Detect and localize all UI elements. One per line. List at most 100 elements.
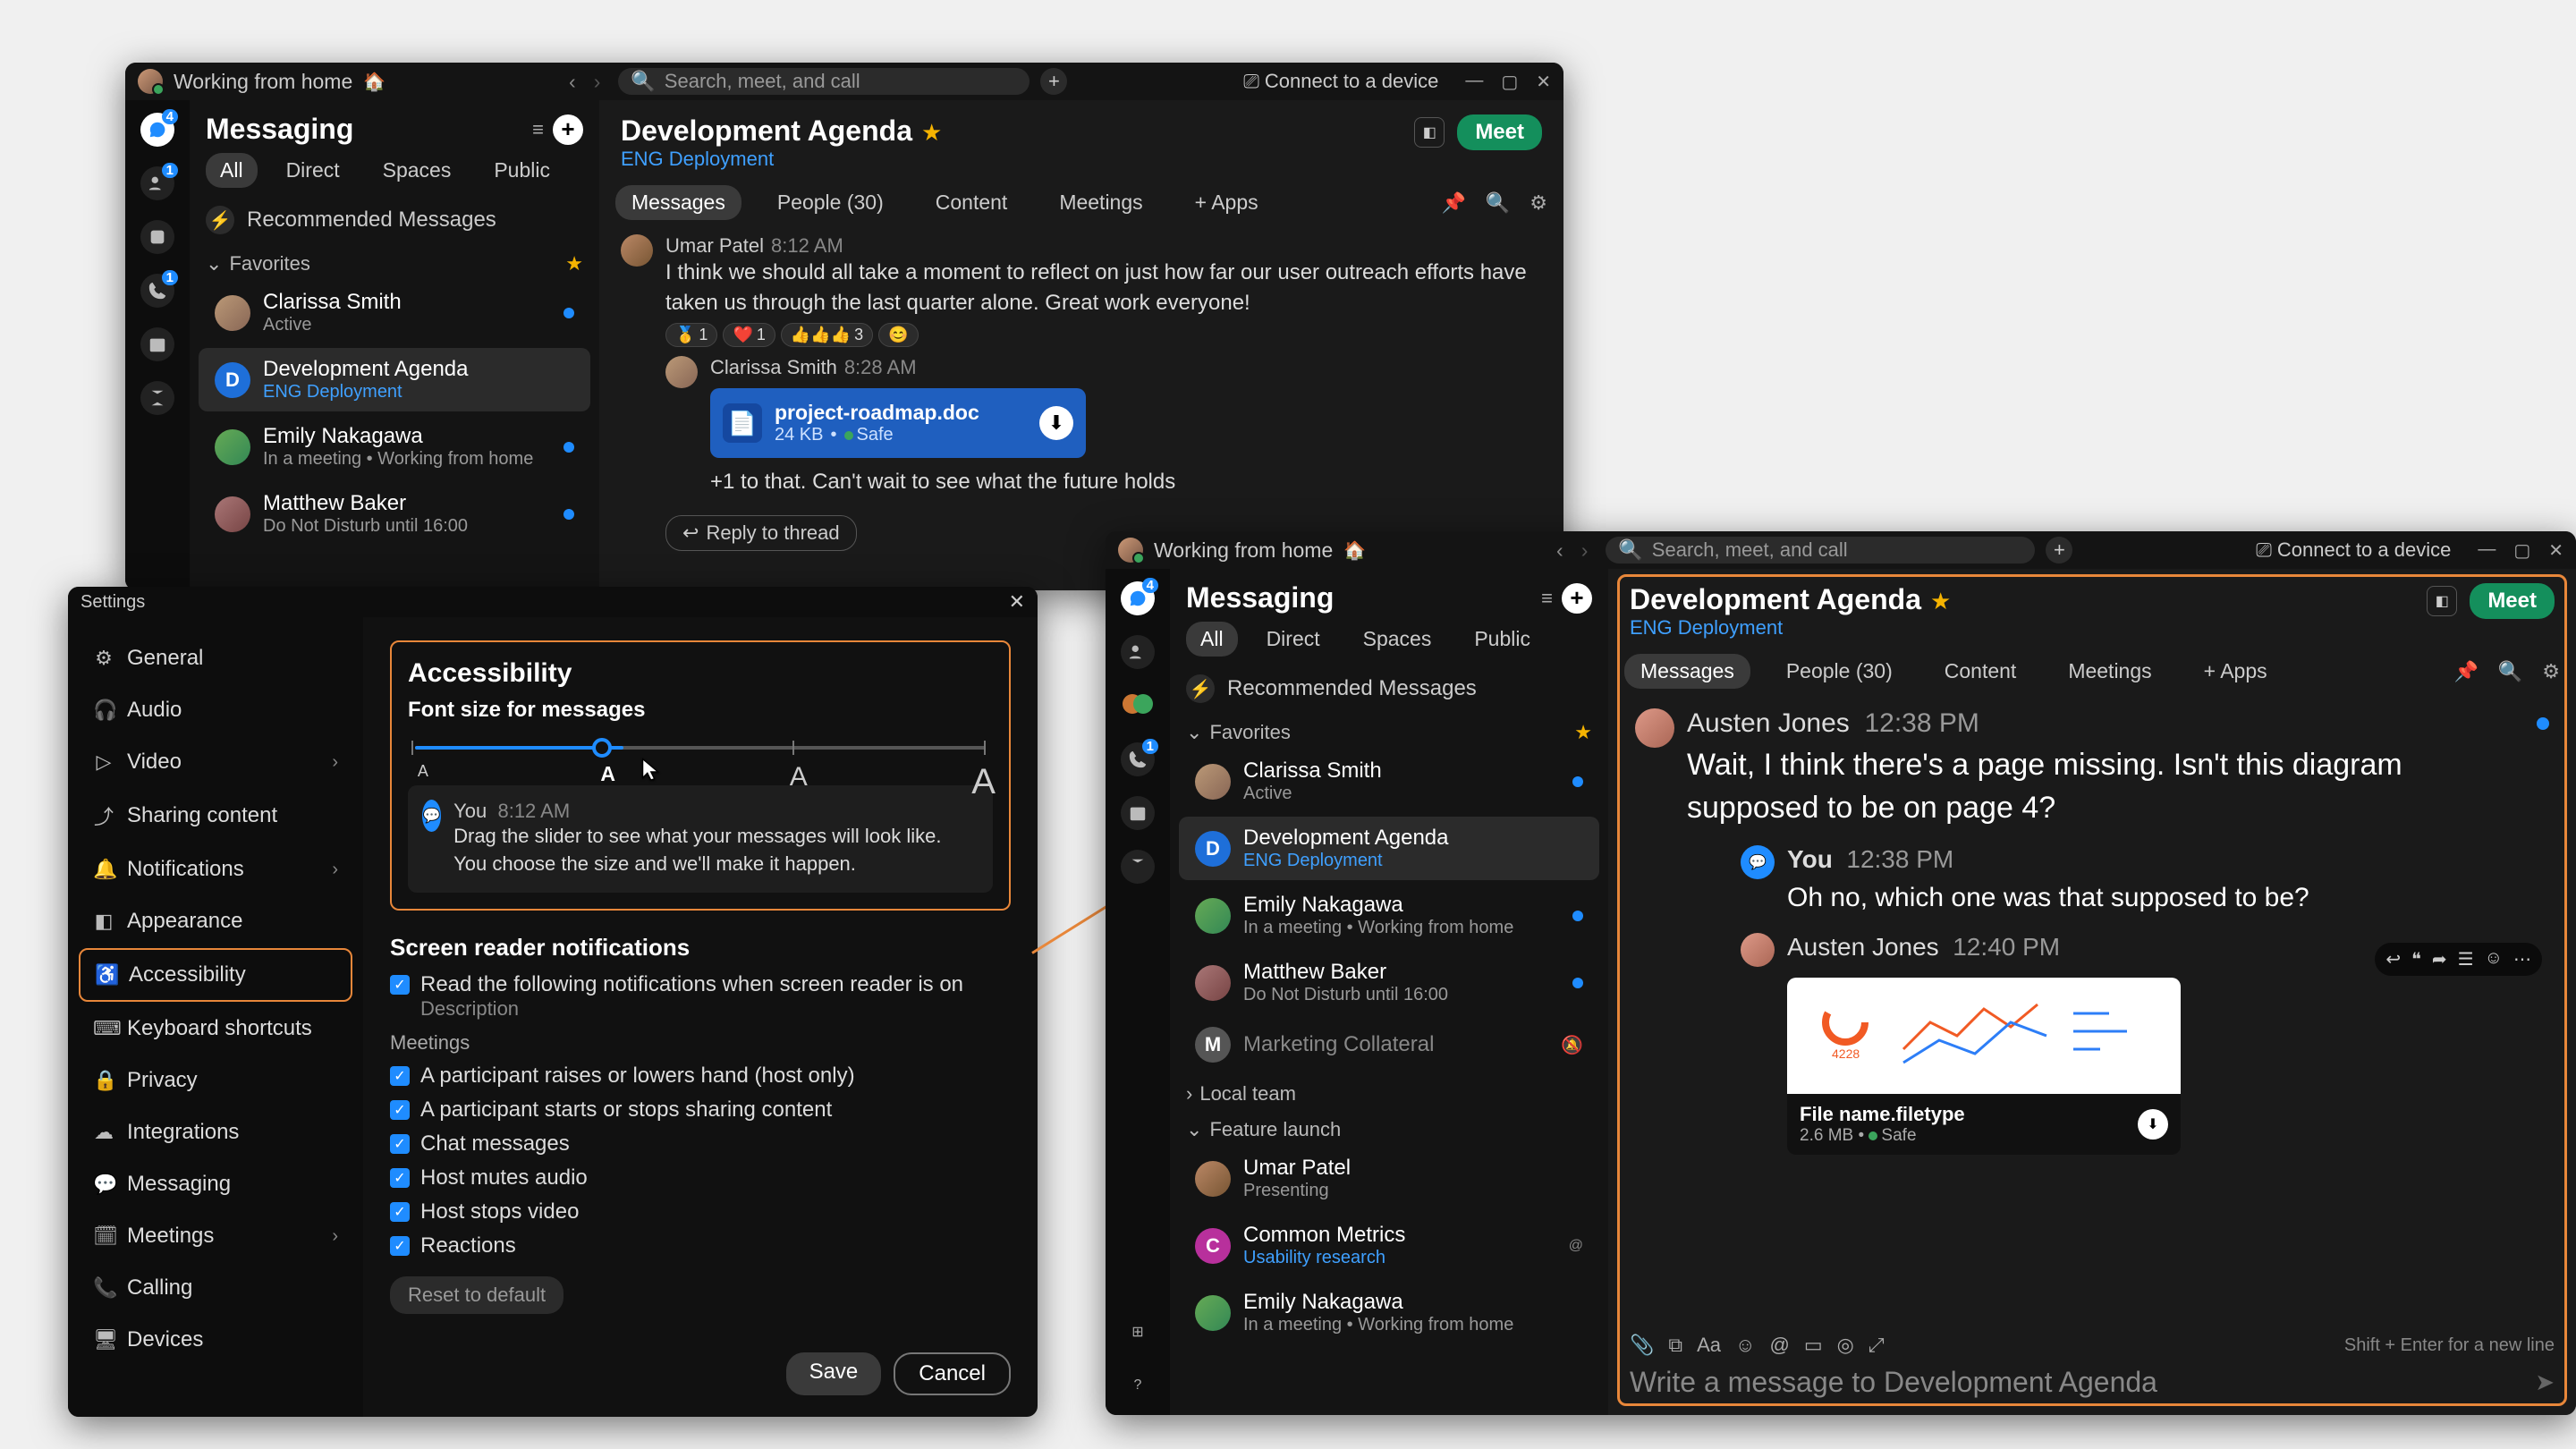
tab-meetings[interactable]: Meetings xyxy=(2052,654,2167,689)
conv-dev-agenda[interactable]: DDevelopment AgendaENG Deployment xyxy=(1179,817,1599,880)
emoji-icon[interactable]: ☺ xyxy=(2485,948,2503,970)
new-message-button[interactable]: + xyxy=(1562,583,1592,614)
panel-button[interactable]: ◧ xyxy=(2427,586,2457,616)
filter-spaces[interactable]: Spaces xyxy=(369,153,466,188)
filter-direct[interactable]: Direct xyxy=(272,153,354,188)
panel-button[interactable]: ◧ xyxy=(1414,117,1445,148)
conv-emily[interactable]: Emily NakagawaIn a meeting • Working fro… xyxy=(1179,884,1599,947)
gif-icon[interactable]: ▭ xyxy=(1804,1334,1823,1357)
settings-nav-devices[interactable]: 🖥Devices xyxy=(79,1315,352,1365)
font-size-slider[interactable]: A A A A xyxy=(411,733,989,778)
settings-nav-sharing-content[interactable]: ⤴Sharing content xyxy=(79,789,352,843)
conv-matthew[interactable]: Matthew BakerDo Not Disturb until 16:00 xyxy=(1179,951,1599,1014)
sr-checkbox[interactable]: ✓A participant starts or stops sharing c… xyxy=(390,1097,1011,1123)
rail-more[interactable] xyxy=(1121,850,1155,884)
favorites-section[interactable]: ⌄Favorites★ xyxy=(1170,712,1608,748)
conv-clarissa[interactable]: Clarissa SmithActive xyxy=(199,281,590,344)
tab-messages[interactable]: Messages xyxy=(1624,654,1750,689)
close-icon[interactable]: ✕ xyxy=(1009,590,1025,614)
rail-apps-icon[interactable]: ⊞ xyxy=(1121,1315,1155,1349)
rail-calendar[interactable] xyxy=(140,327,174,361)
avatar[interactable] xyxy=(1635,708,1674,748)
reply-thread-button[interactable]: ↩Reply to thread xyxy=(665,515,857,551)
settings-nav-general[interactable]: ⚙General xyxy=(79,633,352,683)
cancel-button[interactable]: Cancel xyxy=(894,1352,1011,1395)
settings-nav-meetings[interactable]: 🗓Meetings› xyxy=(79,1211,352,1261)
conv-common-metrics[interactable]: CCommon MetricsUsability research@ xyxy=(1179,1214,1599,1277)
add-button[interactable]: + xyxy=(1040,68,1067,95)
filter-direct[interactable]: Direct xyxy=(1252,622,1335,657)
tab-apps[interactable]: + Apps xyxy=(1179,185,1275,220)
recommended-messages[interactable]: ⚡ Recommended Messages xyxy=(190,197,599,243)
self-avatar[interactable] xyxy=(1118,538,1143,563)
search-input[interactable]: 🔍 Search, meet, and call xyxy=(618,68,1030,95)
presence-status[interactable]: Working from home xyxy=(1154,538,1333,563)
rail-calendar[interactable] xyxy=(1121,796,1155,830)
settings-nav-calling[interactable]: 📞Calling xyxy=(79,1263,352,1313)
settings-nav-appearance[interactable]: ◧Appearance xyxy=(79,896,352,946)
reply-icon[interactable]: ↩ xyxy=(2385,948,2401,970)
tab-content[interactable]: Content xyxy=(919,185,1024,220)
quote-icon[interactable]: ❝ xyxy=(2411,948,2421,970)
settings-nav-accessibility[interactable]: ♿Accessibility xyxy=(79,948,352,1002)
pin-icon[interactable]: 📌 xyxy=(1441,191,1465,215)
settings-nav-notifications[interactable]: 🔔Notifications› xyxy=(79,844,352,894)
tab-messages[interactable]: Messages xyxy=(615,185,741,220)
tab-people[interactable]: People (30) xyxy=(761,185,900,220)
more-icon[interactable]: ⋯ xyxy=(2513,948,2531,970)
sr-checkbox[interactable]: ✓A participant raises or lowers hand (ho… xyxy=(390,1063,1011,1089)
capture-icon[interactable]: ⧉ xyxy=(1668,1334,1682,1357)
filter-all[interactable]: All xyxy=(206,153,258,188)
sr-checkbox[interactable]: ✓Host mutes audio xyxy=(390,1165,1011,1191)
settings-nav-privacy[interactable]: 🔒Privacy xyxy=(79,1055,352,1106)
local-team-section[interactable]: ›Local team xyxy=(1170,1073,1608,1109)
sr-checkbox[interactable]: ✓Chat messages xyxy=(390,1131,1011,1157)
bitmoji-icon[interactable]: ◎ xyxy=(1837,1334,1854,1357)
filter-public[interactable]: Public xyxy=(1460,622,1545,657)
star-icon[interactable]: ★ xyxy=(1930,588,1951,614)
rail-teams[interactable] xyxy=(140,220,174,254)
message-hover-toolbar[interactable]: ↩ ❝ ➦ ☰ ☺ ⋯ xyxy=(2375,943,2542,976)
pin-icon[interactable]: 📌 xyxy=(2453,660,2478,683)
forward-icon[interactable]: ➦ xyxy=(2432,948,2447,970)
window-controls[interactable]: ―▢✕ xyxy=(2478,539,2563,562)
avatar[interactable] xyxy=(665,356,698,388)
reactions[interactable]: 🥇1 ❤️1 👍👍👍3 😊 xyxy=(665,323,1542,347)
image-attachment[interactable]: 4228 File name.filetype2.6 MB • Safe⬇ xyxy=(1787,978,2181,1155)
recommended-messages[interactable]: ⚡Recommended Messages xyxy=(1170,665,1608,712)
rail-contacts[interactable] xyxy=(1121,635,1155,669)
conv-dev-agenda[interactable]: DDevelopment AgendaENG Deployment xyxy=(199,348,590,411)
rail-more[interactable] xyxy=(140,381,174,415)
conv-umar[interactable]: Umar PatelPresenting xyxy=(1179,1147,1599,1210)
rail-calls[interactable]: 1 xyxy=(1121,742,1155,776)
tab-people[interactable]: People (30) xyxy=(1770,654,1909,689)
download-icon[interactable]: ⬇ xyxy=(2138,1109,2168,1140)
search-icon[interactable]: 🔍 xyxy=(2498,660,2522,683)
rail-help-icon[interactable]: ? xyxy=(1121,1368,1155,1402)
meet-button[interactable]: Meet xyxy=(1457,114,1542,150)
connect-device[interactable]: ⎚Connect to a device xyxy=(2256,538,2451,562)
reset-button[interactable]: Reset to default xyxy=(390,1276,564,1314)
download-icon[interactable]: ⬇ xyxy=(1039,406,1073,440)
save-button[interactable]: Save xyxy=(786,1352,882,1395)
conv-emily2[interactable]: Emily NakagawaIn a meeting • Working fro… xyxy=(1179,1281,1599,1344)
search-input[interactable]: 🔍Search, meet, and call xyxy=(1606,537,2035,564)
settings-nav-messaging[interactable]: 💬Messaging xyxy=(79,1159,352,1209)
gear-icon[interactable]: ⚙ xyxy=(2542,660,2560,683)
filter-public[interactable]: Public xyxy=(479,153,564,188)
chat-subtitle[interactable]: ENG Deployment xyxy=(621,148,1542,171)
presence-status[interactable]: Working from home xyxy=(174,70,352,94)
mention-icon[interactable]: @ xyxy=(1770,1334,1790,1357)
attach-icon[interactable]: 📎 xyxy=(1630,1334,1654,1357)
gear-icon[interactable]: ⚙ xyxy=(1530,191,1547,215)
avatar[interactable] xyxy=(621,234,653,267)
favorites-section[interactable]: ⌄Favorites★ xyxy=(190,243,599,279)
emoji-icon[interactable]: ☺ xyxy=(1735,1334,1755,1357)
rail-chat[interactable]: 4 xyxy=(1121,581,1155,615)
connect-device[interactable]: ⎚Connect to a device xyxy=(1243,70,1438,93)
format-icon[interactable]: Aa xyxy=(1697,1334,1721,1357)
conv-matthew[interactable]: Matthew BakerDo Not Disturb until 16:00 xyxy=(199,482,590,546)
settings-nav-integrations[interactable]: ☁Integrations xyxy=(79,1107,352,1157)
thread-icon[interactable]: ☰ xyxy=(2458,948,2474,970)
conv-emily[interactable]: Emily NakagawaIn a meeting • Working fro… xyxy=(199,415,590,479)
